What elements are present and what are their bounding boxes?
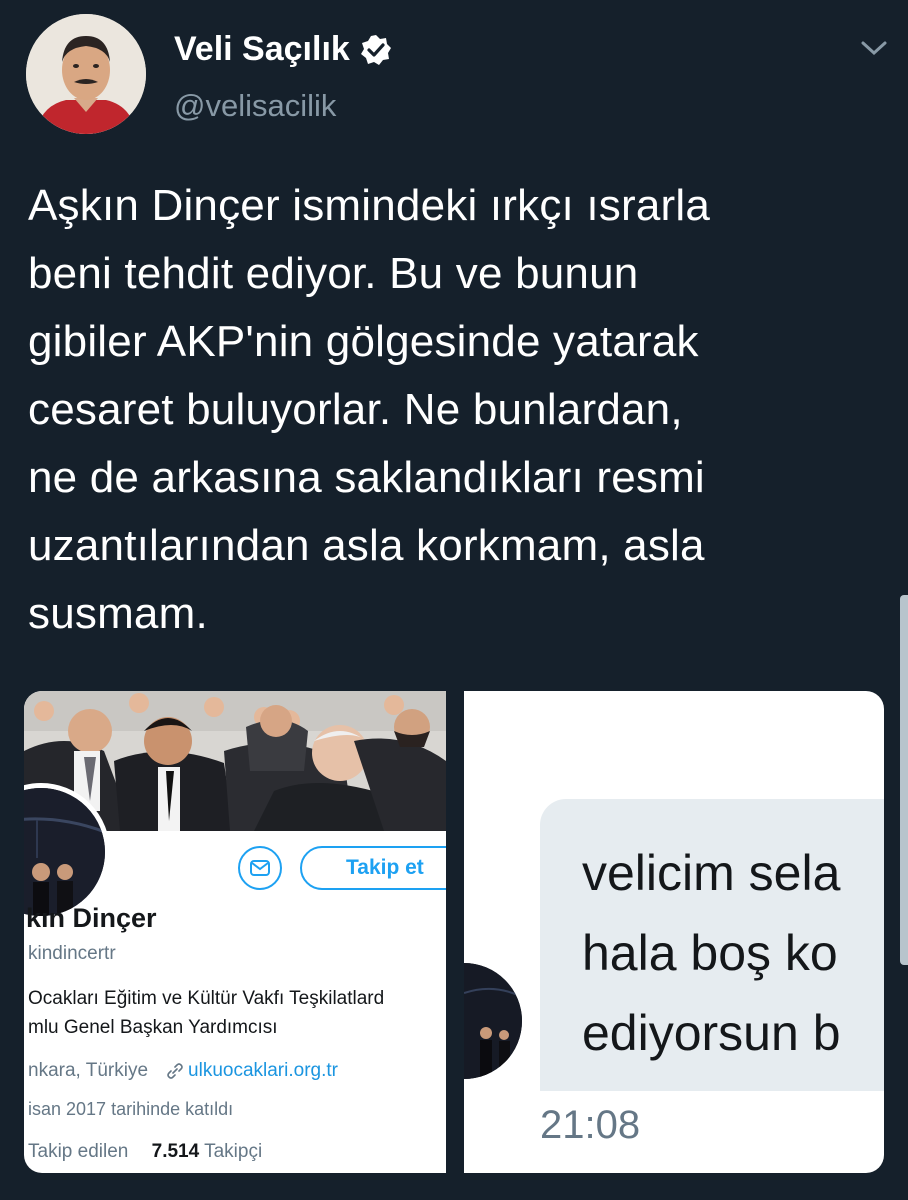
message-line: velicim sela: [582, 845, 841, 901]
profile-bio: Ocakları Eğitim ve Kültür Vakfı Teşkilat…: [28, 984, 446, 1042]
sender-avatar: [464, 963, 522, 1079]
following-label[interactable]: Takip edilen: [28, 1141, 128, 1162]
chevron-down-icon[interactable]: [858, 34, 890, 62]
link-icon: [167, 1063, 183, 1079]
tweet-text-line: susmam.: [28, 589, 208, 638]
media-image-profile-screenshot[interactable]: Takip et kın Dinçer kindincertr Ocakları…: [24, 691, 446, 1173]
message-line: ediyorsun b: [582, 1005, 841, 1061]
profile-bio-line: Ocakları Eğitim ve Kültür Vakfı Teşkilat…: [28, 988, 385, 1009]
followers-count[interactable]: 7.514: [152, 1141, 200, 1162]
tweet-text-line: Aşkın Dinçer ismindeki ırkçı ısrarla: [28, 181, 711, 230]
media-image-message-screenshot[interactable]: velicim sela hala boş ko ediyorsun b 21:…: [464, 691, 884, 1173]
mail-icon: [250, 860, 270, 876]
tweet-text: Aşkın Dinçer ismindeki ırkçı ısrarla ben…: [28, 172, 888, 648]
verified-badge-icon: [360, 34, 391, 65]
tweet-text-line: uzantılarından asla korkmam, asla: [28, 521, 705, 570]
profile-location: nkara, Türkiye: [28, 1060, 149, 1081]
author-avatar[interactable]: [26, 14, 146, 134]
profile-bio-line: mlu Genel Başkan Yardımcısı: [28, 1017, 278, 1038]
profile-stats: Takip edilen 7.514 Takipçi: [28, 1141, 262, 1163]
message-button[interactable]: [238, 846, 282, 890]
profile-meta: nkara, Türkiye ulkuocaklari.org.tr: [28, 1060, 338, 1082]
author-handle[interactable]: @velisacilik: [174, 88, 336, 124]
profile-website-link[interactable]: ulkuocaklari.org.tr: [188, 1060, 338, 1082]
scrollbar[interactable]: [900, 595, 908, 965]
author-display-name[interactable]: Veli Saçılık: [174, 30, 350, 69]
tweet-text-line: cesaret buluyorlar. Ne bunlardan,: [28, 385, 683, 434]
message-text: velicim sela hala boş ko ediyorsun b: [582, 833, 841, 1073]
followers-label[interactable]: Takipçi: [204, 1141, 262, 1162]
message-timestamp: 21:08: [540, 1103, 641, 1147]
profile-handle: kindincertr: [28, 943, 116, 964]
message-line: hala boş ko: [582, 925, 838, 981]
follow-button[interactable]: Takip et: [300, 846, 446, 890]
author-name[interactable]: Veli Saçılık: [174, 30, 392, 69]
profile-name: kın Dinçer: [26, 903, 157, 933]
tweet-text-line: gibiler AKP'nin gölgesinde yatarak: [28, 317, 699, 366]
profile-joined-date: isan 2017 tarihinde katıldı: [28, 1099, 234, 1119]
tweet-text-line: beni tehdit ediyor. Bu ve bunun: [28, 249, 639, 298]
tweet-text-line: ne de arkasına saklandıkları resmi: [28, 453, 705, 502]
